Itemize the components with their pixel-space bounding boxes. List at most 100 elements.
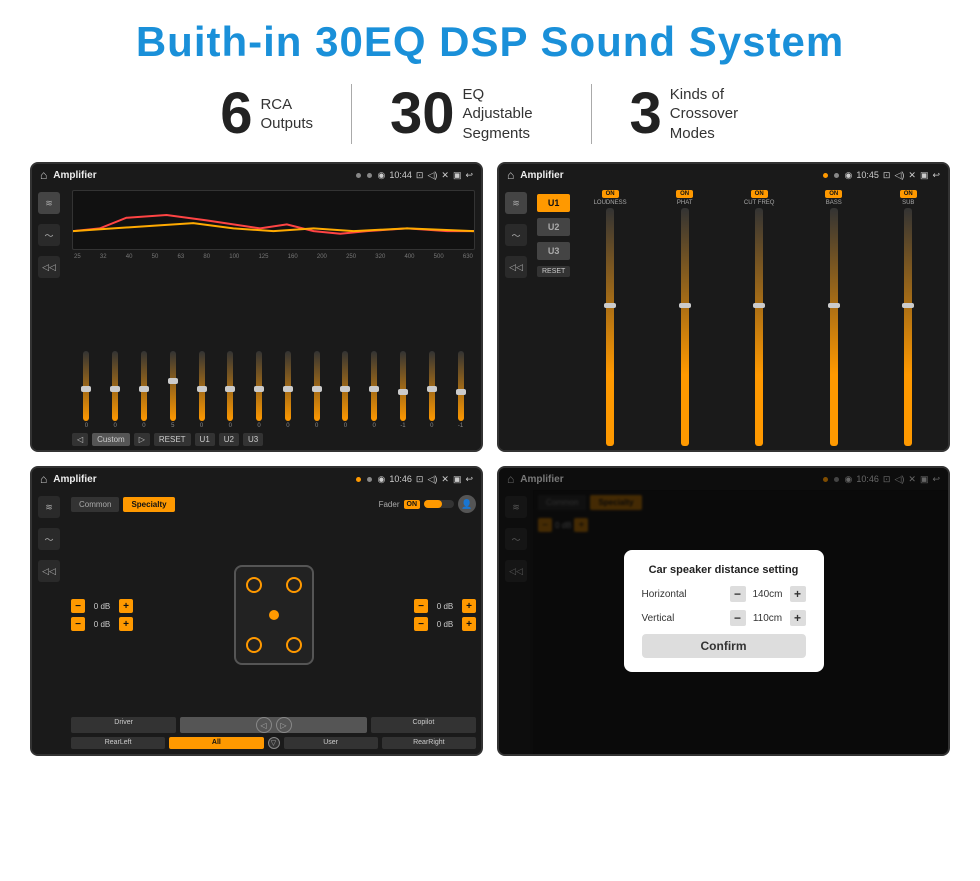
main-title: Buith-in 30EQ DSP Sound System	[30, 18, 950, 66]
status-bar-eq: ⌂ Amplifier ◉ 10:44 ⊡ ◁) ✕ ▣ ↩	[32, 164, 481, 186]
cross-cols: ON LOUDNESS ON PHAT ON CUT FREQ	[574, 190, 944, 446]
cross-side-icon-1[interactable]: ≋	[505, 192, 527, 214]
fader-plus-2[interactable]: +	[119, 617, 133, 631]
cross-toggle-5[interactable]: ON	[900, 190, 917, 198]
eq-slider-6[interactable]: 0	[218, 351, 243, 429]
status-dot-cross1	[823, 173, 828, 178]
fader-plus-1[interactable]: +	[119, 599, 133, 613]
eq-slider-14[interactable]: -1	[448, 351, 473, 429]
eq-u2-btn[interactable]: U2	[219, 433, 239, 446]
cross-side-icon-2[interactable]: 〜	[505, 224, 527, 246]
eq-main-area: 253240506380100125160200250320400500630 …	[66, 186, 481, 450]
screen-content-fader: ≋ 〜 ◁◁ Common Specialty Fader ON	[32, 490, 481, 754]
eq-slider-12[interactable]: -1	[391, 351, 416, 429]
eq-slider-5[interactable]: 0	[189, 351, 214, 429]
eq-custom-btn[interactable]: Custom	[92, 433, 130, 446]
eq-reset-btn[interactable]: RESET	[154, 433, 191, 446]
confirm-button[interactable]: Confirm	[642, 634, 806, 658]
eq-slider-1[interactable]: 0	[74, 351, 99, 429]
cross-slider-1[interactable]	[606, 208, 614, 446]
cross-slider-4[interactable]	[830, 208, 838, 446]
eq-side-icon-3[interactable]: ◁◁	[38, 256, 60, 278]
tab-specialty[interactable]: Specialty	[123, 497, 174, 512]
dialog-vertical-label: Vertical	[642, 613, 675, 624]
cross-col-1: ON LOUDNESS	[574, 190, 646, 446]
eq-slider-2[interactable]: 0	[103, 351, 128, 429]
eq-slider-7[interactable]: 0	[247, 351, 272, 429]
fader-btn-all[interactable]: All	[169, 737, 263, 749]
fader-minus-2[interactable]: −	[71, 617, 85, 631]
fader-label: Fader	[379, 500, 400, 509]
cross-toggle-2[interactable]: ON	[676, 190, 693, 198]
u1-btn[interactable]: U1	[537, 194, 570, 212]
fader-db-row-2: − 0 dB +	[71, 617, 133, 631]
dialog-vertical-minus[interactable]: −	[730, 610, 746, 626]
fader-minus-1[interactable]: −	[71, 599, 85, 613]
fader-plus-4[interactable]: +	[462, 617, 476, 631]
eq-slider-8[interactable]: 0	[275, 351, 300, 429]
cross-slider-2[interactable]	[681, 208, 689, 446]
eq-side-icon-1[interactable]: ≋	[38, 192, 60, 214]
fader-db-val-1: 0 dB	[88, 602, 116, 611]
cross-col-3: ON CUT FREQ	[723, 190, 795, 446]
dialog-title: Car speaker distance setting	[642, 564, 806, 576]
fader-side-icon-2[interactable]: 〜	[38, 528, 60, 550]
cross-label-1: LOUDNESS	[594, 200, 627, 206]
eq-u1-btn[interactable]: U1	[195, 433, 215, 446]
screen-crossover: ⌂ Amplifier ◉ 10:45 ⊡ ◁) ✕ ▣ ↩ ≋ 〜	[497, 162, 950, 452]
dialog-horizontal-minus[interactable]: −	[730, 586, 746, 602]
status-icons-eq: ◉ 10:44 ⊡ ◁) ✕ ▣ ↩	[378, 170, 473, 181]
fader-btn-driver[interactable]: Driver	[71, 717, 176, 733]
window-icon-cross: ▣	[920, 170, 929, 181]
fader-btn-copilot[interactable]: Copilot	[371, 717, 476, 733]
eq-prev-btn[interactable]: ◁	[72, 433, 88, 446]
cross-toggle-4[interactable]: ON	[825, 190, 842, 198]
fader-btn-user[interactable]: User	[284, 737, 378, 749]
dialog-box: Car speaker distance setting Horizontal …	[624, 550, 824, 672]
fader-side-icon-1[interactable]: ≋	[38, 496, 60, 518]
cross-toggle-3[interactable]: ON	[751, 190, 768, 198]
tab-common[interactable]: Common	[71, 497, 119, 512]
fader-plus-3[interactable]: +	[462, 599, 476, 613]
u3-btn[interactable]: U3	[537, 242, 570, 260]
eq-slider-4[interactable]: 5	[160, 351, 185, 429]
cross-slider-5[interactable]	[904, 208, 912, 446]
eq-u3-btn[interactable]: U3	[243, 433, 263, 446]
fader-main: − 0 dB + − 0 dB +	[71, 517, 476, 713]
fader-btn-rearright[interactable]: RearRight	[382, 737, 476, 749]
dialog-vertical-val: 110cm	[750, 613, 786, 624]
u2-btn[interactable]: U2	[537, 218, 570, 236]
eq-slider-11[interactable]: 0	[362, 351, 387, 429]
eq-slider-10[interactable]: 0	[333, 351, 358, 429]
eq-play-btn[interactable]: ▷	[134, 433, 150, 446]
fader-side-icon-3[interactable]: ◁◁	[38, 560, 60, 582]
cross-col-4: ON BASS	[798, 190, 870, 446]
eq-sliders: 0 0 0 5	[72, 264, 475, 429]
dialog-horizontal-plus[interactable]: +	[790, 586, 806, 602]
eq-slider-13[interactable]: 0	[419, 351, 444, 429]
fader-right: − 0 dB + − 0 dB +	[414, 517, 476, 713]
status-dot-fader2	[367, 477, 372, 482]
screen-eq: ⌂ Amplifier ◉ 10:44 ⊡ ◁) ✕ ▣ ↩ ≋ 〜	[30, 162, 483, 452]
screen-title-eq: Amplifier	[53, 170, 349, 181]
fader-slider[interactable]	[424, 500, 454, 508]
fader-person-icon: 👤	[458, 495, 476, 513]
car-circle-tl	[246, 577, 262, 593]
home-icon-fader: ⌂	[40, 472, 47, 486]
side-icons-fader: ≋ 〜 ◁◁	[32, 490, 66, 754]
status-dot-eq1	[356, 173, 361, 178]
fader-minus-4[interactable]: −	[414, 617, 428, 631]
screen-title-cross: Amplifier	[520, 170, 816, 181]
fader-btn-rearleft[interactable]: RearLeft	[71, 737, 165, 749]
eq-slider-9[interactable]: 0	[304, 351, 329, 429]
fader-minus-3[interactable]: −	[414, 599, 428, 613]
status-time-eq: 10:44	[389, 170, 412, 180]
eq-slider-3[interactable]: 0	[132, 351, 157, 429]
cross-toggle-1[interactable]: ON	[602, 190, 619, 198]
car-circle-tr	[286, 577, 302, 593]
cross-slider-3[interactable]	[755, 208, 763, 446]
dialog-vertical-plus[interactable]: +	[790, 610, 806, 626]
cross-reset-btn[interactable]: RESET	[537, 266, 570, 277]
cross-side-icon-3[interactable]: ◁◁	[505, 256, 527, 278]
eq-side-icon-2[interactable]: 〜	[38, 224, 60, 246]
